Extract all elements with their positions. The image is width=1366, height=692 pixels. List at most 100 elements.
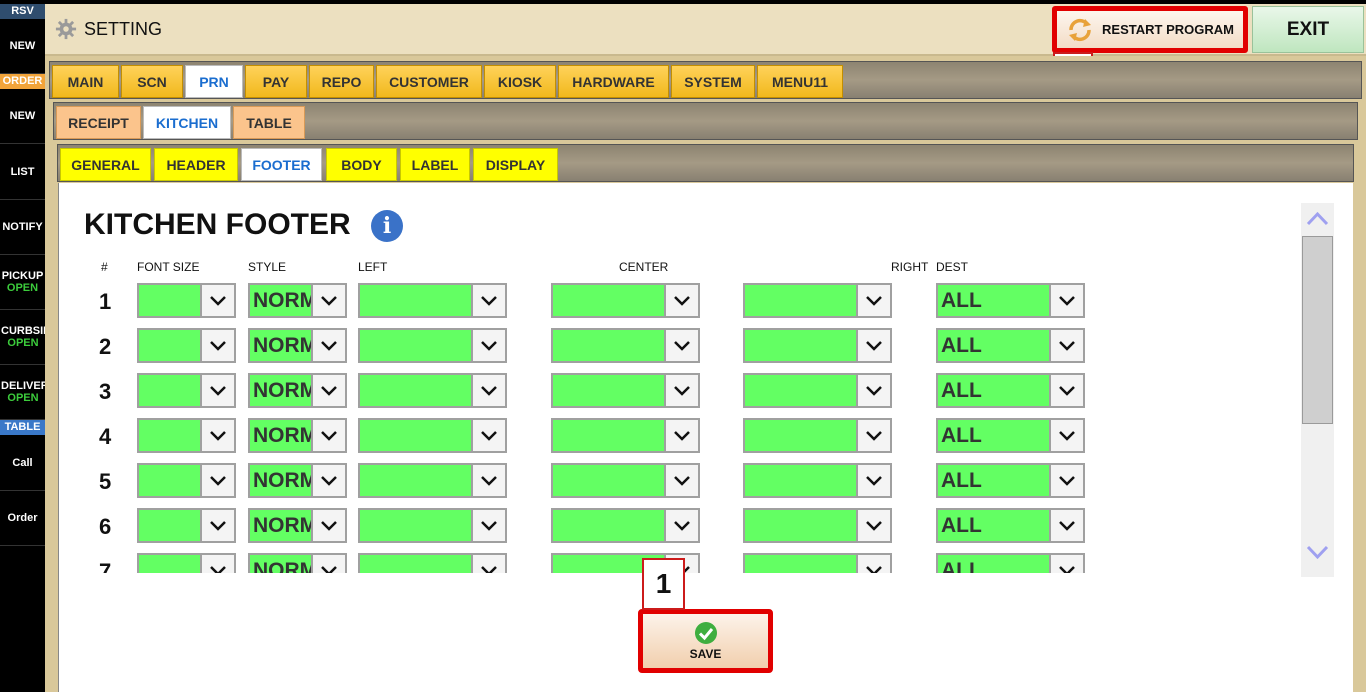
left-dropdown[interactable] [358,373,507,408]
style-dropdown[interactable]: NORMAL [248,463,347,498]
order-button[interactable]: Order [0,491,45,546]
tab-prn[interactable]: PRN [185,65,243,98]
font-size-dropdown[interactable] [137,463,236,498]
left-dropdown[interactable] [358,328,507,363]
chevron-down-icon[interactable] [1049,328,1085,363]
chevron-down-icon[interactable] [471,328,507,363]
style-dropdown[interactable]: NORMAL [248,553,347,573]
list-button[interactable]: LIST [0,145,45,200]
chevron-down-icon[interactable] [200,418,236,453]
scrollbar-thumb[interactable] [1302,236,1333,424]
tab-kiosk[interactable]: KIOSK [484,65,556,98]
chevron-down-icon[interactable] [856,508,892,543]
chevron-down-icon[interactable] [856,328,892,363]
center-dropdown[interactable] [551,283,700,318]
center-dropdown[interactable] [551,328,700,363]
curbside-button[interactable]: CURBSIDEOPEN [0,310,45,365]
dest-dropdown[interactable]: ALL [936,328,1085,363]
chevron-down-icon[interactable] [856,463,892,498]
delivery-button[interactable]: DELIVERYOPEN [0,365,45,420]
left-dropdown[interactable] [358,418,507,453]
center-dropdown[interactable] [551,418,700,453]
tab-customer[interactable]: CUSTOMER [376,65,482,98]
center-dropdown[interactable] [551,373,700,408]
chevron-down-icon[interactable] [311,508,347,543]
chevron-down-icon[interactable] [311,328,347,363]
center-dropdown[interactable] [551,508,700,543]
chevron-down-icon[interactable] [200,283,236,318]
style-dropdown[interactable]: NORMAL [248,418,347,453]
order-new-button[interactable]: NEW [0,89,45,144]
style-dropdown[interactable]: NORMAL [248,508,347,543]
chevron-down-icon[interactable] [664,463,700,498]
right-dropdown[interactable] [743,283,892,318]
style-dropdown[interactable]: NORMAL [248,328,347,363]
chevron-down-icon[interactable] [471,553,507,573]
chevron-down-icon[interactable] [200,553,236,573]
chevron-down-icon[interactable] [1049,553,1085,573]
chevron-down-icon[interactable] [471,418,507,453]
font-size-dropdown[interactable] [137,283,236,318]
tab-system[interactable]: SYSTEM [671,65,755,98]
tab-table[interactable]: TABLE [233,106,305,139]
chevron-down-icon[interactable] [200,328,236,363]
scroll-up-icon[interactable] [1305,209,1330,227]
right-dropdown[interactable] [743,508,892,543]
tab-label[interactable]: LABEL [400,148,470,181]
right-dropdown[interactable] [743,418,892,453]
font-size-dropdown[interactable] [137,373,236,408]
left-dropdown[interactable] [358,508,507,543]
chevron-down-icon[interactable] [311,418,347,453]
right-dropdown[interactable] [743,553,892,573]
right-dropdown[interactable] [743,328,892,363]
chevron-down-icon[interactable] [471,283,507,318]
dest-dropdown[interactable]: ALL [936,508,1085,543]
chevron-down-icon[interactable] [664,508,700,543]
center-dropdown[interactable] [551,463,700,498]
tab-header[interactable]: HEADER [154,148,238,181]
chevron-down-icon[interactable] [1049,463,1085,498]
tab-body[interactable]: BODY [326,148,397,181]
left-dropdown[interactable] [358,553,507,573]
chevron-down-icon[interactable] [311,463,347,498]
tab-scn[interactable]: SCN [121,65,183,98]
chevron-down-icon[interactable] [664,328,700,363]
tab-pay[interactable]: PAY [245,65,307,98]
pickup-button[interactable]: PICKUP OPEN [0,255,45,310]
chevron-down-icon[interactable] [1049,508,1085,543]
chevron-down-icon[interactable] [1049,283,1085,318]
tab-kitchen[interactable]: KITCHEN [143,106,231,139]
chevron-down-icon[interactable] [311,553,347,573]
chevron-down-icon[interactable] [664,373,700,408]
chevron-down-icon[interactable] [311,283,347,318]
style-dropdown[interactable]: NORMAL [248,283,347,318]
chevron-down-icon[interactable] [856,418,892,453]
font-size-dropdown[interactable] [137,418,236,453]
notify-button[interactable]: NOTIFY [0,200,45,255]
tab-footer[interactable]: FOOTER [241,148,322,181]
tab-display[interactable]: DISPLAY [473,148,558,181]
info-icon[interactable]: i [371,210,403,242]
right-dropdown[interactable] [743,373,892,408]
chevron-down-icon[interactable] [471,508,507,543]
tab-general[interactable]: GENERAL [60,148,151,181]
dest-dropdown[interactable]: ALL [936,373,1085,408]
dest-dropdown[interactable]: ALL [936,553,1085,573]
chevron-down-icon[interactable] [1049,418,1085,453]
chevron-down-icon[interactable] [200,373,236,408]
chevron-down-icon[interactable] [664,418,700,453]
tab-main[interactable]: MAIN [52,65,119,98]
chevron-down-icon[interactable] [664,283,700,318]
chevron-down-icon[interactable] [200,508,236,543]
tab-menu11[interactable]: MENU11 [757,65,843,98]
chevron-down-icon[interactable] [200,463,236,498]
chevron-down-icon[interactable] [1049,373,1085,408]
font-size-dropdown[interactable] [137,508,236,543]
tab-repo[interactable]: REPO [309,65,374,98]
left-dropdown[interactable] [358,463,507,498]
dest-dropdown[interactable]: ALL [936,463,1085,498]
chevron-down-icon[interactable] [471,373,507,408]
chevron-down-icon[interactable] [311,373,347,408]
dest-dropdown[interactable]: ALL [936,418,1085,453]
save-button[interactable]: SAVE [638,609,773,673]
